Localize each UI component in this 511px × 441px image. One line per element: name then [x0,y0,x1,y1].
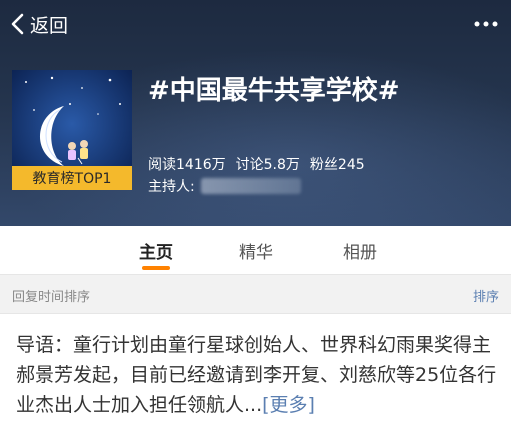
sort-bar: 回复时间排序 排序 [0,274,511,314]
sort-mode-label: 回复时间排序 [12,290,91,305]
read-count: 阅读1416万 [148,157,226,173]
more-link[interactable]: [更多] [262,394,315,416]
ranking-badge: 教育榜TOP1 [12,166,132,190]
tab-bar: 主页 精华 相册 [0,226,511,274]
chevron-left-icon [11,13,24,35]
tab-album[interactable]: 相册 [320,226,400,274]
topic-stats: 阅读1416万 讨论5.8万 粉丝245 [148,154,365,174]
discussion-count: 讨论5.8万 [235,157,300,173]
host-row: 主持人: [148,176,301,196]
tab-featured[interactable]: 精华 [216,226,296,274]
intro-text: 导语：童行计划由童行星球创始人、世界科幻雨果奖得主郝景芳发起，目前已经邀请到李开… [16,334,497,416]
topic-header: 返回 教育榜TOP1 #中国最牛共享学校# 阅读1416万 讨论5.8万 粉丝2… [0,0,511,226]
host-name-blurred[interactable] [200,178,301,194]
sort-button[interactable]: 排序 [473,286,499,305]
fan-count: 粉丝245 [309,157,365,173]
topic-title: #中国最牛共享学校# [148,76,400,106]
active-tab-indicator [142,266,170,270]
more-dots-icon [474,21,498,27]
back-label: 返回 [30,14,69,37]
back-button[interactable]: 返回 [10,8,68,40]
host-label: 主持人: [148,179,195,195]
topic-cover-image: 教育榜TOP1 [12,70,132,190]
more-button[interactable] [471,10,501,38]
topic-intro: 导语：童行计划由童行星球创始人、世界科幻雨果奖得主郝景芳发起，目前已经邀请到李开… [16,330,500,420]
